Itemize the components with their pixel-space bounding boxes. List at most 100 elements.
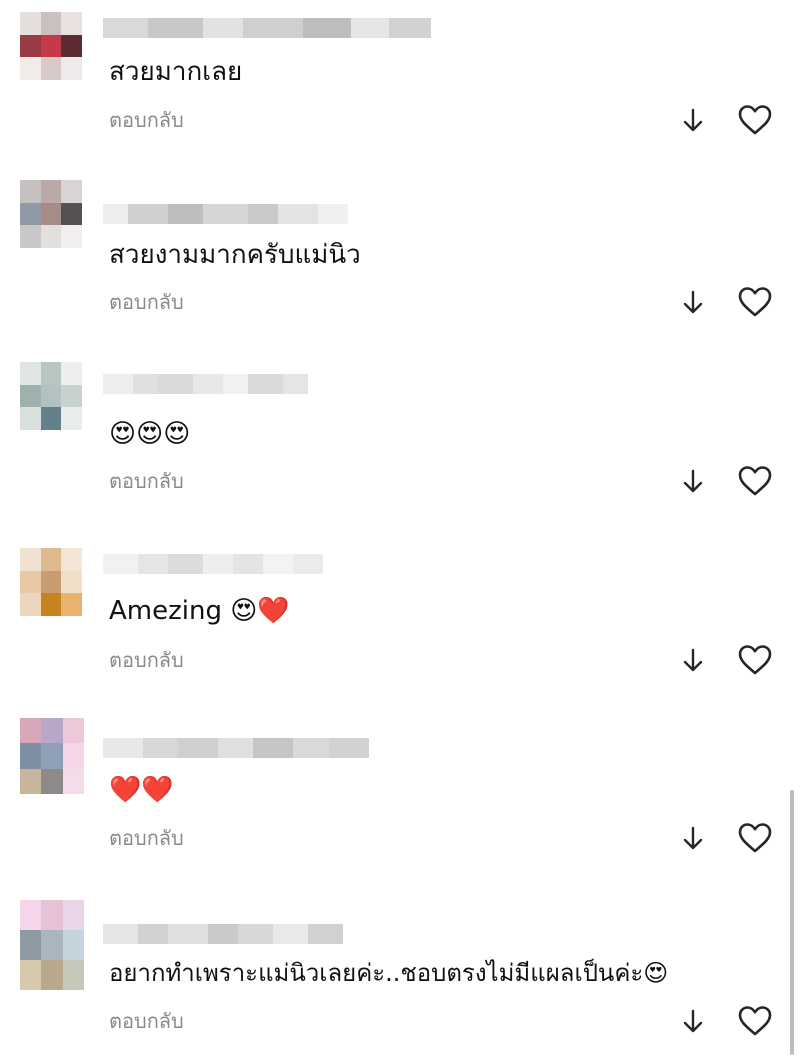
avatar[interactable] — [20, 718, 84, 794]
heart-outline-icon[interactable] — [737, 465, 773, 497]
username-block — [223, 374, 248, 394]
username-block — [218, 738, 253, 758]
avatar-pixel — [20, 960, 42, 990]
username-blurred[interactable] — [103, 374, 308, 394]
avatar[interactable] — [20, 548, 82, 616]
avatar-pixel — [40, 593, 62, 616]
scrollbar[interactable] — [790, 790, 794, 1055]
avatar-pixel — [20, 225, 41, 248]
heart-outline-icon[interactable] — [737, 104, 773, 136]
username-block — [308, 924, 343, 944]
avatar-pixel — [20, 900, 42, 930]
reply-button[interactable]: ตอบกลับ — [109, 1009, 184, 1033]
avatar-pixel — [40, 180, 62, 203]
username-block — [168, 554, 203, 574]
username-block — [248, 204, 278, 224]
username-block — [248, 374, 283, 394]
heart-outline-icon[interactable] — [737, 1005, 773, 1037]
username-block — [103, 554, 138, 574]
reply-button[interactable]: ตอบกลับ — [109, 469, 184, 493]
avatar-pixel — [61, 384, 82, 408]
username-blurred[interactable] — [103, 554, 323, 574]
username-blurred[interactable] — [103, 924, 343, 944]
username-block — [389, 18, 431, 38]
username-block — [203, 204, 248, 224]
avatar-pixel — [40, 202, 62, 226]
username-block — [103, 924, 138, 944]
username-block — [143, 738, 178, 758]
username-block — [203, 554, 233, 574]
avatar-pixel — [20, 34, 41, 58]
reply-button[interactable]: ตอบกลับ — [109, 290, 184, 314]
avatar-pixel — [20, 180, 41, 203]
avatar-pixel — [61, 570, 82, 594]
avatar-pixel — [40, 12, 62, 35]
reply-button[interactable]: ตอบกลับ — [109, 826, 184, 850]
avatar-pixel — [20, 930, 42, 960]
username-block — [208, 924, 238, 944]
avatar-pixel — [41, 718, 63, 744]
avatar-pixel — [40, 362, 62, 385]
avatar-pixel — [20, 407, 41, 430]
avatar-pixel — [62, 768, 84, 794]
arrow-down-icon[interactable] — [681, 647, 705, 675]
comment-text: 😍😍😍 — [109, 419, 191, 449]
heart-outline-icon[interactable] — [737, 286, 773, 318]
username-blurred[interactable] — [103, 18, 431, 38]
avatar-pixel — [20, 362, 41, 385]
arrow-down-icon[interactable] — [681, 107, 705, 135]
avatar[interactable] — [20, 180, 82, 248]
avatar-pixel — [62, 960, 84, 990]
avatar-pixel — [20, 57, 41, 80]
comment-item: สวยมากเลย ตอบกลับ — [0, 0, 800, 150]
avatar-pixel — [40, 570, 62, 594]
username-block — [168, 204, 203, 224]
username-block — [133, 374, 158, 394]
comment-item: สวยงามมากครับแม่นิว ตอบกลับ — [0, 180, 800, 330]
username-block — [293, 554, 323, 574]
avatar-pixel — [40, 57, 62, 80]
username-block — [233, 554, 263, 574]
avatar-pixel — [20, 768, 42, 794]
avatar-pixel — [61, 180, 82, 203]
arrow-down-icon[interactable] — [681, 1008, 705, 1036]
avatar[interactable] — [20, 900, 84, 990]
username-block — [351, 18, 389, 38]
username-blurred[interactable] — [103, 204, 348, 224]
avatar-pixel — [61, 225, 82, 248]
arrow-down-icon[interactable] — [681, 825, 705, 853]
avatar-pixel — [62, 900, 84, 930]
heart-outline-icon[interactable] — [737, 822, 773, 854]
username-block — [329, 738, 369, 758]
avatar-pixel — [40, 34, 62, 58]
username-block — [128, 204, 168, 224]
avatar-pixel — [62, 718, 84, 744]
reply-button[interactable]: ตอบกลับ — [109, 108, 184, 132]
comment-text: สวยงามมากครับแม่นิว — [109, 240, 361, 270]
arrow-down-icon[interactable] — [681, 468, 705, 496]
comment-text: Amezing 😍❤️ — [109, 596, 290, 626]
username-block — [193, 374, 223, 394]
heart-outline-icon[interactable] — [737, 644, 773, 676]
avatar-pixel — [20, 593, 41, 616]
reply-button[interactable]: ตอบกลับ — [109, 648, 184, 672]
username-block — [303, 18, 351, 38]
comment-text: สวยมากเลย — [109, 57, 243, 87]
username-block — [273, 924, 308, 944]
avatar-pixel — [41, 900, 63, 930]
username-block — [103, 204, 128, 224]
username-block — [203, 18, 243, 38]
username-block — [253, 738, 293, 758]
username-blurred[interactable] — [103, 738, 369, 758]
comment-item: 😍😍😍 ตอบกลับ — [0, 362, 800, 512]
username-block — [178, 738, 218, 758]
arrow-down-icon[interactable] — [681, 289, 705, 317]
username-block — [148, 18, 203, 38]
username-block — [283, 374, 308, 394]
username-block — [318, 204, 348, 224]
comment-item: อยากทำเพราะแม่นิวเลยค่ะ..ชอบตรงไม่มีแผลเ… — [0, 900, 800, 1050]
avatar[interactable] — [20, 12, 82, 80]
avatar[interactable] — [20, 362, 82, 430]
avatar-pixel — [61, 202, 82, 226]
comments-list: สวยมากเลย ตอบกลับ สวยงามมากครับแม่นิว ตอ… — [0, 0, 800, 1057]
